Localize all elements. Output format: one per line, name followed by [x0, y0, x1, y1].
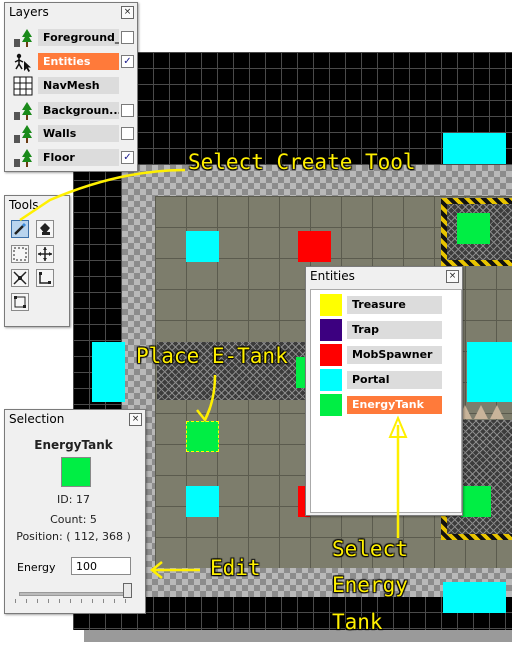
entity-label[interactable]: EnergyTank — [347, 396, 442, 414]
tree-layer-icon — [14, 149, 32, 167]
energytank-tile[interactable] — [461, 486, 491, 517]
energy-field[interactable] — [71, 557, 131, 575]
layers-panel: Layers × Foreground_... Entities ✓ NavMe… — [4, 2, 138, 172]
entity-label[interactable]: Portal — [347, 371, 442, 389]
energy-slider-ticks — [15, 599, 129, 603]
resize-tool-button[interactable] — [36, 269, 54, 287]
selection-panel: Selection × EnergyTank ID: 17 Count: 5 P… — [4, 409, 146, 614]
move-arrows-icon — [38, 247, 52, 261]
portal-tile[interactable] — [443, 582, 506, 613]
portal-tile[interactable] — [443, 133, 506, 164]
wand-icon — [14, 222, 27, 235]
entities-layer-icon — [14, 53, 31, 72]
layer-visibility-checkbox[interactable] — [121, 31, 134, 44]
entities-panel: Entities × Treasure Trap MobSpawner Port… — [305, 266, 463, 516]
fill-tool-button[interactable] — [36, 220, 54, 238]
layer-row-foreground[interactable]: Foreground_... — [13, 27, 137, 48]
tree-layer-icon — [14, 29, 32, 47]
entity-position: Position: ( 112, 368 ) — [16, 530, 131, 543]
grid-layer-icon — [13, 76, 33, 96]
scale-tool-button[interactable] — [11, 269, 29, 287]
layer-name[interactable]: Backgroun... — [38, 102, 119, 119]
energytank-swatch — [320, 394, 342, 416]
portal-tile[interactable] — [92, 342, 125, 402]
energy-slider-track[interactable] — [19, 592, 131, 596]
spike-trap-icon — [490, 405, 504, 419]
annotation-select-create-tool: Select Create Tool — [188, 150, 416, 174]
tools-panel-title: Tools — [9, 198, 39, 212]
entity-label[interactable]: Treasure — [347, 296, 442, 314]
portal-tile[interactable] — [186, 486, 219, 517]
portal-tile[interactable] — [186, 231, 219, 262]
entity-item-portal[interactable]: Portal — [320, 369, 442, 391]
layer-visibility-checkbox[interactable]: ✓ — [121, 55, 134, 68]
entity-item-treasure[interactable]: Treasure — [320, 294, 442, 316]
layer-row-entities[interactable]: Entities ✓ — [13, 51, 137, 72]
tree-layer-icon — [14, 102, 32, 120]
entity-label[interactable]: MobSpawner — [347, 346, 442, 364]
layer-visibility-checkbox[interactable]: ✓ — [121, 151, 134, 164]
close-icon[interactable]: × — [446, 270, 459, 283]
mobspawner-tile[interactable] — [298, 231, 331, 262]
annotation-select-line: Select — [332, 537, 408, 561]
entities-list: Treasure Trap MobSpawner Portal EnergyTa… — [310, 289, 462, 513]
scale-arrows-icon — [13, 271, 27, 285]
entity-label[interactable]: Trap — [347, 321, 442, 339]
entity-item-trap[interactable]: Trap — [320, 319, 442, 341]
treasure-swatch — [320, 294, 342, 316]
create-tool-button[interactable] — [11, 220, 29, 238]
close-icon[interactable]: × — [121, 6, 134, 19]
spike-trap-icon — [474, 405, 488, 419]
annotation-place-etank: Place E-Tank — [136, 344, 288, 368]
energy-label: Energy — [17, 561, 56, 574]
layer-row-floor[interactable]: Floor ✓ — [13, 147, 137, 168]
entity-item-mobspawner[interactable]: MobSpawner — [320, 344, 442, 366]
layers-panel-title: Layers — [9, 5, 49, 19]
selected-entity-swatch — [61, 457, 91, 487]
selection-panel-title: Selection — [9, 412, 65, 426]
layer-visibility-checkbox[interactable] — [121, 104, 134, 117]
bounds-tool-button[interactable] — [11, 293, 29, 311]
trap-swatch — [320, 319, 342, 341]
layer-name[interactable]: NavMesh — [38, 77, 119, 94]
entities-panel-title: Entities — [310, 269, 355, 283]
close-icon[interactable]: × — [129, 413, 142, 426]
selected-entity-name: EnergyTank — [34, 438, 113, 452]
layer-name[interactable]: Entities — [38, 53, 119, 70]
bucket-icon — [40, 223, 50, 235]
bounds-icon — [14, 296, 26, 308]
layer-row-walls[interactable]: Walls — [13, 123, 137, 144]
energytank-tile-selected[interactable] — [186, 421, 219, 452]
energytank-tile[interactable] — [457, 213, 490, 244]
layer-name[interactable]: Walls — [38, 125, 119, 142]
layer-name[interactable]: Floor — [38, 149, 119, 166]
annotation-energy-line: Energy — [332, 573, 408, 597]
annotation-tank-line: Tank — [332, 610, 383, 634]
select-tool-button[interactable] — [11, 245, 29, 263]
layer-visibility-checkbox[interactable] — [121, 127, 134, 140]
marquee-icon — [13, 247, 27, 261]
entity-id: ID: 17 — [57, 493, 90, 506]
tree-layer-icon — [14, 125, 32, 143]
tools-panel: Tools — [4, 195, 70, 327]
annotation-edit: Edit — [210, 556, 261, 580]
move-tool-button[interactable] — [36, 245, 54, 263]
mobspawner-swatch — [320, 344, 342, 366]
layer-row-navmesh[interactable]: NavMesh — [13, 75, 137, 96]
resize-corner-icon — [39, 272, 51, 284]
entity-count: Count: 5 — [50, 513, 97, 526]
layer-name[interactable]: Foreground_... — [38, 29, 119, 46]
energy-slider-thumb[interactable] — [123, 583, 132, 598]
entity-item-energytank[interactable]: EnergyTank — [320, 394, 442, 416]
portal-swatch — [320, 369, 342, 391]
layer-row-background[interactable]: Backgroun... — [13, 100, 137, 121]
portal-tile[interactable] — [467, 342, 512, 402]
